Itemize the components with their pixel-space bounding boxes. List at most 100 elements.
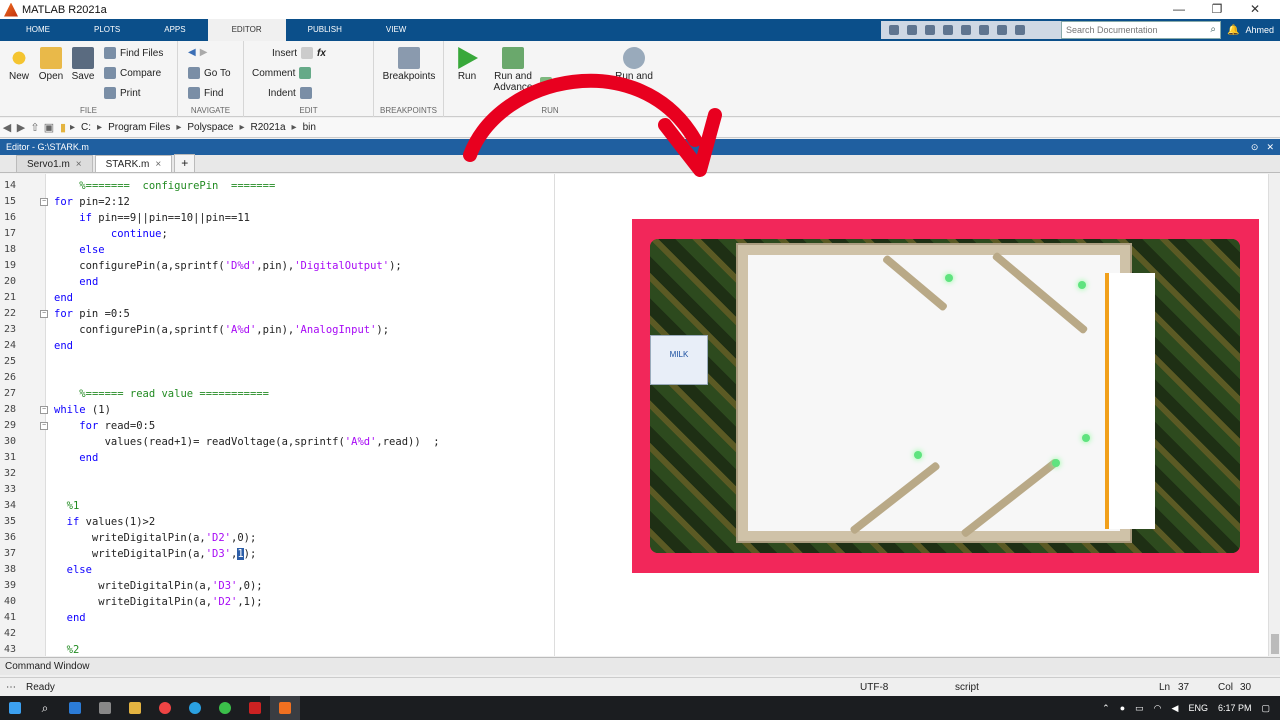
code-line[interactable]: %1 <box>54 498 80 514</box>
code-line[interactable]: for pin=2:12 <box>54 194 130 210</box>
taskbar-app[interactable] <box>240 696 270 720</box>
taskbar-app[interactable] <box>120 696 150 720</box>
command-window-bar[interactable]: Command Window <box>0 657 1280 675</box>
chevron-up-icon[interactable]: ⌃ <box>1102 703 1110 714</box>
cut-icon[interactable] <box>907 25 918 35</box>
close-tab-icon[interactable]: × <box>155 156 161 172</box>
path-crumb[interactable]: bin <box>303 122 316 133</box>
insert-button[interactable]: Insert fx <box>272 47 326 59</box>
code-line[interactable]: else <box>54 242 104 258</box>
paste-icon[interactable] <box>943 25 954 35</box>
vertical-scrollbar[interactable] <box>1268 174 1280 656</box>
path-crumb[interactable]: Program Files <box>108 122 170 133</box>
code-line[interactable]: end <box>54 450 98 466</box>
code-line[interactable]: end <box>54 274 98 290</box>
bell-icon[interactable]: 🔔 <box>1227 25 1239 36</box>
options-icon[interactable]: ⊙ <box>1251 139 1259 155</box>
code-line[interactable]: values(read+1)= readVoltage(a,sprintf('A… <box>54 434 440 450</box>
notifications-icon[interactable]: ▢ <box>1261 703 1270 714</box>
save-icon[interactable] <box>889 25 900 35</box>
advance-button[interactable]: Advance <box>540 77 595 89</box>
print-button[interactable]: Print <box>104 87 141 99</box>
comment-button[interactable]: Comment <box>252 67 312 79</box>
minimize-button[interactable]: — <box>1160 0 1198 19</box>
user-menu[interactable]: Ahmed <box>1245 25 1274 35</box>
code-line[interactable]: continue; <box>54 226 168 242</box>
open-button[interactable]: Open <box>34 47 68 82</box>
redo-icon[interactable] <box>979 25 990 35</box>
browse-icon[interactable]: ▣ <box>42 121 56 134</box>
code-line[interactable]: configurePin(a,sprintf('D%d',pin),'Digit… <box>54 258 401 274</box>
compare-button[interactable]: Compare <box>104 67 161 79</box>
code-line[interactable]: else <box>54 562 92 578</box>
taskbar-app-matlab[interactable] <box>270 696 300 720</box>
code-editor[interactable]: 14 15 − 16 17 18 19 20 21 22 − 23 24 25 26 27 28 − 29 − 30 31… <box>0 174 554 656</box>
fold-toggle-icon[interactable]: − <box>40 310 48 318</box>
code-line[interactable]: end <box>54 338 73 354</box>
taskbar-app[interactable] <box>180 696 210 720</box>
run-button[interactable]: Run <box>450 47 484 82</box>
path-crumb[interactable]: Polyspace <box>187 122 233 133</box>
find-files-button[interactable]: Find Files <box>104 47 163 59</box>
search-input[interactable]: Search Documentation ⌕ <box>1061 21 1222 39</box>
tab-view[interactable]: VIEW <box>364 19 428 41</box>
fold-toggle-icon[interactable]: − <box>40 422 48 430</box>
code-line[interactable]: writeDigitalPin(a,'D3',1); <box>54 546 256 562</box>
code-line[interactable]: %2 <box>54 642 80 656</box>
new-tab-button[interactable]: + <box>174 154 196 172</box>
tab-apps[interactable]: APPS <box>142 19 207 41</box>
tab-plots[interactable]: PLOTS <box>72 19 142 41</box>
save-button[interactable]: Save <box>66 47 100 82</box>
code-line[interactable]: writeDigitalPin(a,'D3',0); <box>54 578 262 594</box>
clock[interactable]: 6:17 PM <box>1218 703 1252 713</box>
code-line[interactable]: for pin =0:5 <box>54 306 130 322</box>
battery-icon[interactable]: ▭ <box>1135 703 1144 714</box>
close-button[interactable]: ✕ <box>1236 0 1274 19</box>
run-and-advance-button[interactable]: Run and Advance <box>488 47 538 93</box>
breakpoints-button[interactable]: Breakpoints <box>378 47 440 82</box>
forward-icon[interactable]: ▶ <box>14 121 28 134</box>
language-indicator[interactable]: ENG <box>1188 703 1208 713</box>
search-button[interactable]: ⌕ <box>30 696 60 720</box>
taskbar-app[interactable] <box>90 696 120 720</box>
undo-icon[interactable] <box>961 25 972 35</box>
back-forward-buttons[interactable]: ◀ ▶ <box>188 47 207 58</box>
new-button[interactable]: New <box>2 47 36 82</box>
fold-toggle-icon[interactable]: − <box>40 406 48 414</box>
file-tab[interactable]: STARK.m × <box>94 155 173 172</box>
tab-editor[interactable]: EDITOR <box>207 19 286 41</box>
close-tab-icon[interactable]: × <box>76 156 82 172</box>
code-line[interactable]: end <box>54 290 73 306</box>
taskbar-app[interactable] <box>60 696 90 720</box>
code-line[interactable]: writeDigitalPin(a,'D2',0); <box>54 530 256 546</box>
fx-button[interactable]: fx <box>317 48 326 59</box>
close-editor-icon[interactable]: ✕ <box>1266 139 1274 155</box>
maximize-button[interactable]: ❐ <box>1198 0 1236 19</box>
start-button[interactable] <box>0 696 30 720</box>
back-icon[interactable]: ◀ <box>0 121 14 134</box>
code-line[interactable]: for read=0:5 <box>54 418 155 434</box>
copy-icon[interactable] <box>925 25 936 35</box>
go-to-button[interactable]: Go To <box>188 67 231 79</box>
tab-home[interactable]: HOME <box>0 19 72 41</box>
switch-windows-icon[interactable] <box>997 25 1008 35</box>
network-icon[interactable]: ◠ <box>1154 703 1162 714</box>
tab-publish[interactable]: PUBLISH <box>286 19 364 41</box>
path-crumb[interactable]: C: <box>81 122 91 133</box>
fold-toggle-icon[interactable]: − <box>40 198 48 206</box>
code-line[interactable]: %======= configurePin ======= <box>54 178 275 194</box>
code-line[interactable]: %====== read value =========== <box>54 386 269 402</box>
run-and-time-button[interactable]: Run and Time <box>614 47 654 93</box>
help-icon[interactable] <box>1015 25 1026 35</box>
code-line[interactable]: if values(1)>2 <box>54 514 156 530</box>
path-crumb[interactable]: R2021a <box>251 122 286 133</box>
taskbar-app[interactable] <box>210 696 240 720</box>
code-line[interactable]: if pin==9||pin==10||pin==11 <box>54 210 250 226</box>
code-line[interactable]: end <box>54 610 86 626</box>
volume-icon[interactable]: ◀ <box>1172 703 1179 714</box>
indent-button[interactable]: Indent <box>268 87 312 99</box>
microphone-icon[interactable]: ● <box>1120 703 1125 713</box>
taskbar-app[interactable] <box>150 696 180 720</box>
code-line[interactable]: while (1) <box>54 402 111 418</box>
find-button[interactable]: Find <box>188 87 223 99</box>
